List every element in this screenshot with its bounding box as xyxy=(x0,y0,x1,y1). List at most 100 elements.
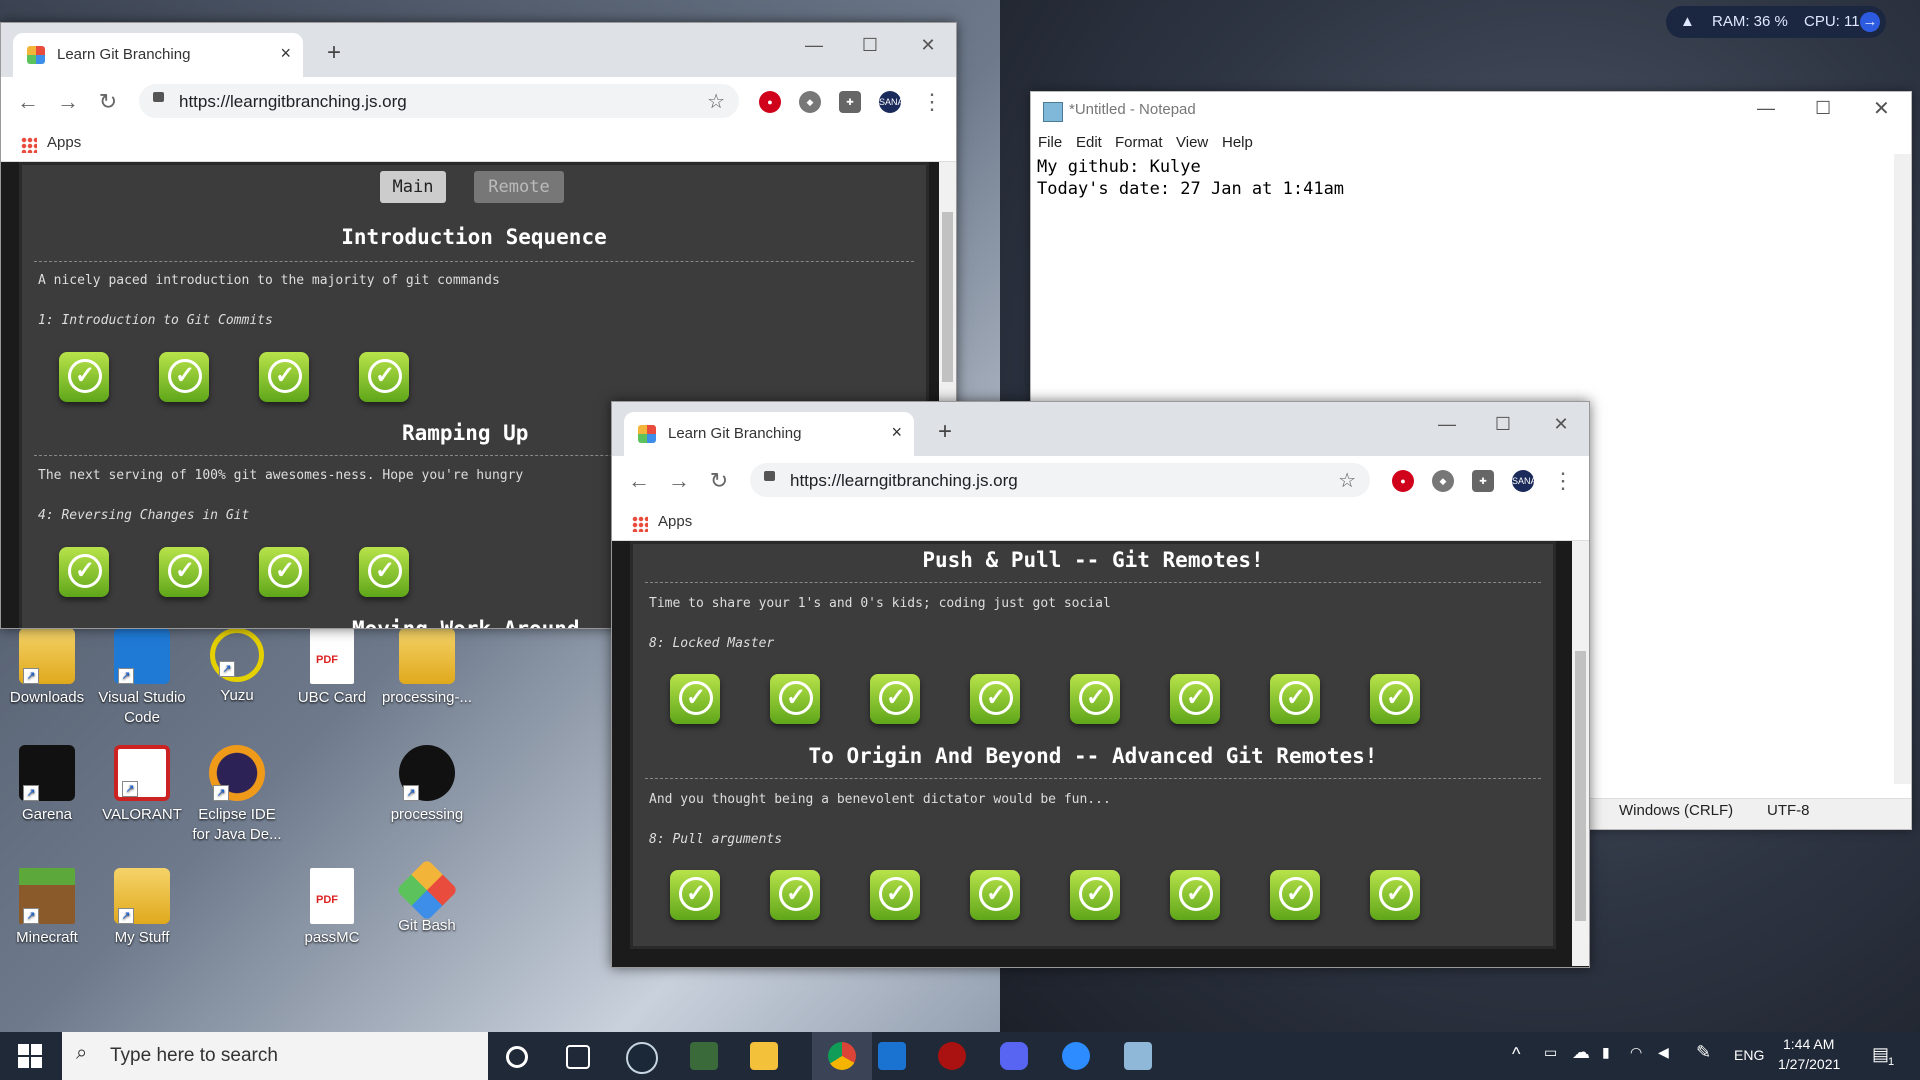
level-complete-icon[interactable] xyxy=(259,547,309,597)
maximize-button[interactable]: ☐ xyxy=(847,35,893,56)
garena-taskbar-icon[interactable] xyxy=(938,1042,966,1070)
desktop-icon-yuzu[interactable]: ↗ Yuzu xyxy=(188,628,286,706)
maximize-button[interactable]: ☐ xyxy=(1480,414,1526,435)
wifi-icon[interactable]: ◠ xyxy=(1630,1044,1642,1061)
shield-extension-icon[interactable]: ◆ xyxy=(1432,470,1454,492)
minimize-button[interactable]: — xyxy=(1757,98,1775,119)
desktop-icon-my-stuff[interactable]: ↗ My Stuff xyxy=(93,868,191,948)
extensions-puzzle-icon[interactable]: ✚ xyxy=(1472,470,1494,492)
task-view-icon[interactable] xyxy=(566,1045,590,1069)
level-complete-icon[interactable] xyxy=(970,674,1020,724)
profile-avatar[interactable]: SANA xyxy=(1512,470,1537,492)
forward-button[interactable]: → xyxy=(666,468,692,494)
desktop-icon-git-bash[interactable]: Git Bash xyxy=(378,858,476,936)
level-complete-icon[interactable] xyxy=(1270,674,1320,724)
desktop-icon-downloads[interactable]: ↗ Downloads xyxy=(0,628,96,708)
menu-help[interactable]: Help xyxy=(1222,134,1253,151)
adblock-extension-icon[interactable]: ● xyxy=(1392,470,1414,492)
new-tab-button[interactable]: + xyxy=(327,39,341,67)
close-tab-icon[interactable]: × xyxy=(280,43,291,64)
close-tab-icon[interactable]: × xyxy=(891,422,902,443)
forward-button[interactable]: → xyxy=(55,89,81,115)
address-bar[interactable]: https://learngitbranching.js.org ☆ xyxy=(139,84,739,118)
language-indicator[interactable]: ENG xyxy=(1734,1047,1764,1063)
clock-date[interactable]: 1/27/2021 xyxy=(1778,1056,1840,1072)
desktop-icon-garena[interactable]: ↗ Garena xyxy=(0,745,96,825)
mail-icon[interactable] xyxy=(878,1042,906,1070)
volume-icon[interactable]: ◀ xyxy=(1658,1044,1669,1061)
level-complete-icon[interactable] xyxy=(1370,870,1420,920)
notepad-taskbar-icon[interactable] xyxy=(1124,1042,1152,1070)
browser-tab[interactable]: Learn Git Branching × xyxy=(13,33,303,77)
menu-kebab-icon[interactable]: ⋮ xyxy=(1550,468,1576,494)
browser-window-secondary[interactable]: Learn Git Branching × + — ☐ ✕ ← → ↻ http… xyxy=(611,401,1590,968)
level-complete-icon[interactable] xyxy=(670,674,720,724)
tab-main[interactable]: Main xyxy=(380,171,446,203)
clock-time[interactable]: 1:44 AM xyxy=(1783,1036,1834,1052)
level-complete-icon[interactable] xyxy=(59,352,109,402)
bookmark-star-icon[interactable]: ☆ xyxy=(1338,468,1356,493)
reload-button[interactable]: ↻ xyxy=(706,468,732,494)
browser-tab[interactable]: Learn Git Branching × xyxy=(624,412,914,456)
bookmark-star-icon[interactable]: ☆ xyxy=(707,89,725,114)
zoom-icon[interactable] xyxy=(1062,1042,1090,1070)
system-monitor-widget[interactable]: ▲ RAM: 36 % CPU: 11 % → xyxy=(1666,6,1886,38)
chevron-up-icon[interactable]: ^ xyxy=(1512,1044,1520,1065)
menu-format[interactable]: Format xyxy=(1115,134,1163,151)
level-complete-icon[interactable] xyxy=(1170,674,1220,724)
minimize-button[interactable]: — xyxy=(1424,414,1470,435)
vertical-scrollbar[interactable] xyxy=(1894,154,1911,784)
level-complete-icon[interactable] xyxy=(159,547,209,597)
reload-button[interactable]: ↻ xyxy=(95,89,121,115)
level-complete-icon[interactable] xyxy=(159,352,209,402)
onedrive-icon[interactable]: ☁ xyxy=(1572,1042,1590,1063)
close-button[interactable]: ✕ xyxy=(1873,96,1890,121)
profile-avatar[interactable]: SANA xyxy=(879,91,904,113)
level-complete-icon[interactable] xyxy=(359,352,409,402)
pen-icon[interactable]: ✎ xyxy=(1696,1042,1711,1063)
scroll-thumb[interactable] xyxy=(1575,651,1586,921)
back-button[interactable]: ← xyxy=(15,89,41,115)
taskbar-search-box[interactable]: ⌕ Type here to search xyxy=(62,1032,488,1080)
close-window-button[interactable]: ✕ xyxy=(1538,414,1584,435)
desktop-icon-minecraft[interactable]: ↗ Minecraft xyxy=(0,868,96,948)
address-bar[interactable]: https://learngitbranching.js.org ☆ xyxy=(750,463,1370,497)
desktop-icon-ubc-card[interactable]: PDF UBC Card xyxy=(283,628,381,708)
new-tab-button[interactable]: + xyxy=(938,418,952,446)
extensions-puzzle-icon[interactable]: ✚ xyxy=(839,91,861,113)
desktop-icon-processing[interactable]: ↗ processing xyxy=(378,745,476,825)
task-manager-icon[interactable] xyxy=(690,1042,718,1070)
level-complete-icon[interactable] xyxy=(1070,870,1120,920)
level-complete-icon[interactable] xyxy=(1170,870,1220,920)
menu-file[interactable]: File xyxy=(1038,134,1062,151)
meet-icon[interactable]: ▭ xyxy=(1544,1044,1557,1061)
menu-view[interactable]: View xyxy=(1176,134,1208,151)
level-complete-icon[interactable] xyxy=(1370,674,1420,724)
menu-edit[interactable]: Edit xyxy=(1076,134,1102,151)
notifications-icon[interactable]: ▤ xyxy=(1872,1044,1889,1065)
menu-kebab-icon[interactable]: ⋮ xyxy=(919,89,945,115)
discord-icon[interactable] xyxy=(1000,1042,1028,1070)
apps-grid-icon[interactable] xyxy=(21,137,37,153)
level-complete-icon[interactable] xyxy=(770,674,820,724)
level-complete-icon[interactable] xyxy=(970,870,1020,920)
cortana-icon[interactable] xyxy=(506,1046,528,1068)
apps-bookmark[interactable]: Apps xyxy=(47,134,81,151)
arrow-right-icon[interactable]: → xyxy=(1860,12,1880,32)
level-complete-icon[interactable] xyxy=(1270,870,1320,920)
vertical-scrollbar[interactable] xyxy=(1572,541,1589,966)
level-complete-icon[interactable] xyxy=(359,547,409,597)
windows-start-icon[interactable] xyxy=(18,1044,42,1068)
desktop-icon-processing-folder[interactable]: processing-... xyxy=(378,628,476,708)
adblock-extension-icon[interactable]: ● xyxy=(759,91,781,113)
desktop-icon-passmc[interactable]: PDF passMC xyxy=(283,868,381,948)
level-complete-icon[interactable] xyxy=(870,674,920,724)
level-complete-icon[interactable] xyxy=(1070,674,1120,724)
file-explorer-icon[interactable] xyxy=(750,1042,778,1070)
scroll-thumb[interactable] xyxy=(942,212,953,382)
level-complete-icon[interactable] xyxy=(670,870,720,920)
shield-extension-icon[interactable]: ◆ xyxy=(799,91,821,113)
notepad-text-area[interactable]: My github: Kulye Today's date: 27 Jan at … xyxy=(1037,156,1344,200)
maximize-button[interactable]: ☐ xyxy=(1815,98,1831,119)
back-button[interactable]: ← xyxy=(626,468,652,494)
